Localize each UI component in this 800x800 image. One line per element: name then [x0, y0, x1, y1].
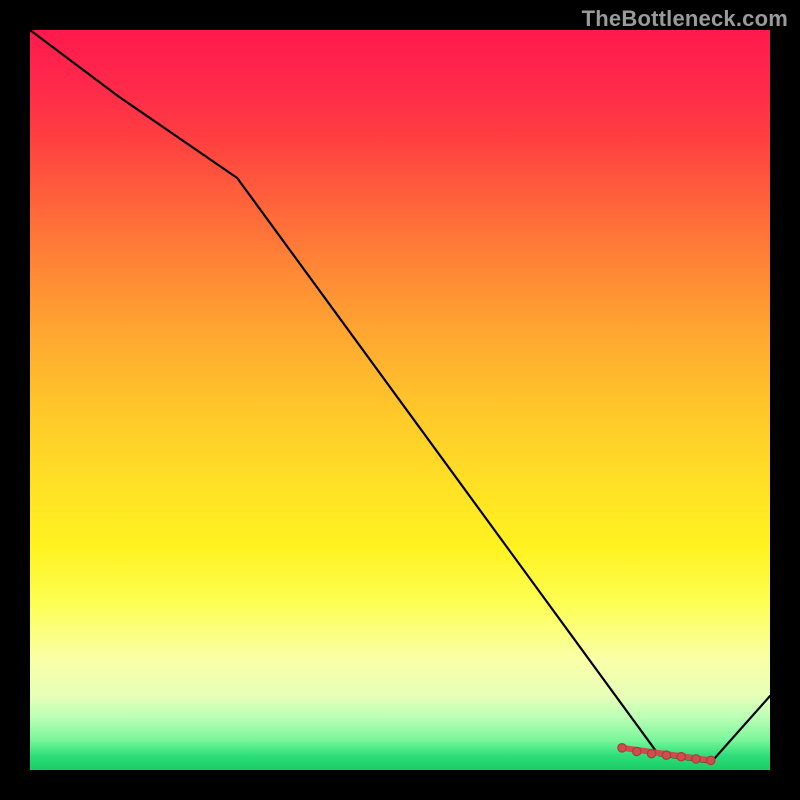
watermark-text: TheBottleneck.com [582, 6, 788, 32]
marker-dot [707, 756, 715, 764]
marker-group [618, 744, 715, 765]
marker-dot [692, 755, 700, 763]
chart-svg [30, 30, 770, 770]
marker-dot [618, 744, 626, 752]
marker-dot [633, 747, 641, 755]
curve-path [30, 30, 770, 763]
chart-stage: TheBottleneck.com [0, 0, 800, 800]
plot-area [30, 30, 770, 770]
marker-dot [662, 751, 670, 759]
marker-dot [677, 753, 685, 761]
marker-dot [647, 750, 655, 758]
